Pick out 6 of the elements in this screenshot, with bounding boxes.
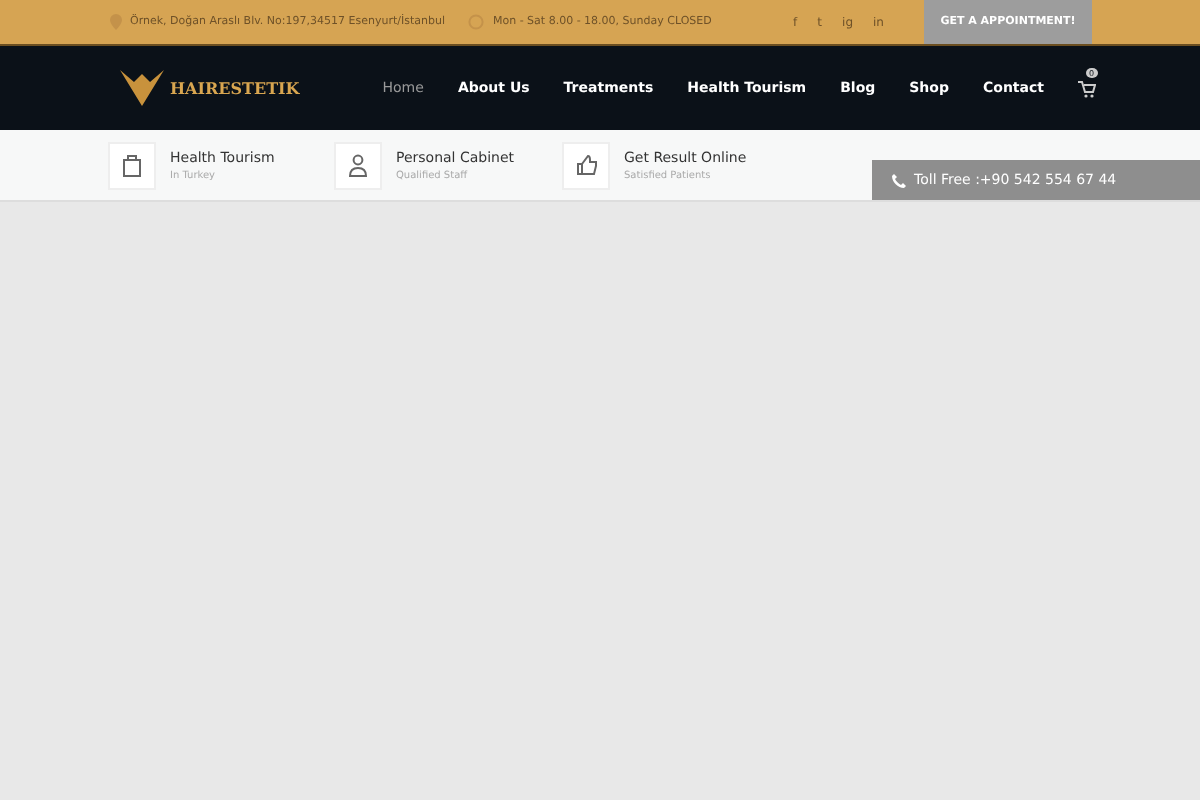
- suitcase-icon: [122, 153, 142, 177]
- logo[interactable]: HAIRESTETIK: [116, 66, 300, 110]
- thumbs-up-icon: [575, 154, 597, 176]
- person-icon: [348, 153, 368, 177]
- phone-icon: [892, 173, 906, 187]
- cart-icon[interactable]: [1078, 79, 1096, 97]
